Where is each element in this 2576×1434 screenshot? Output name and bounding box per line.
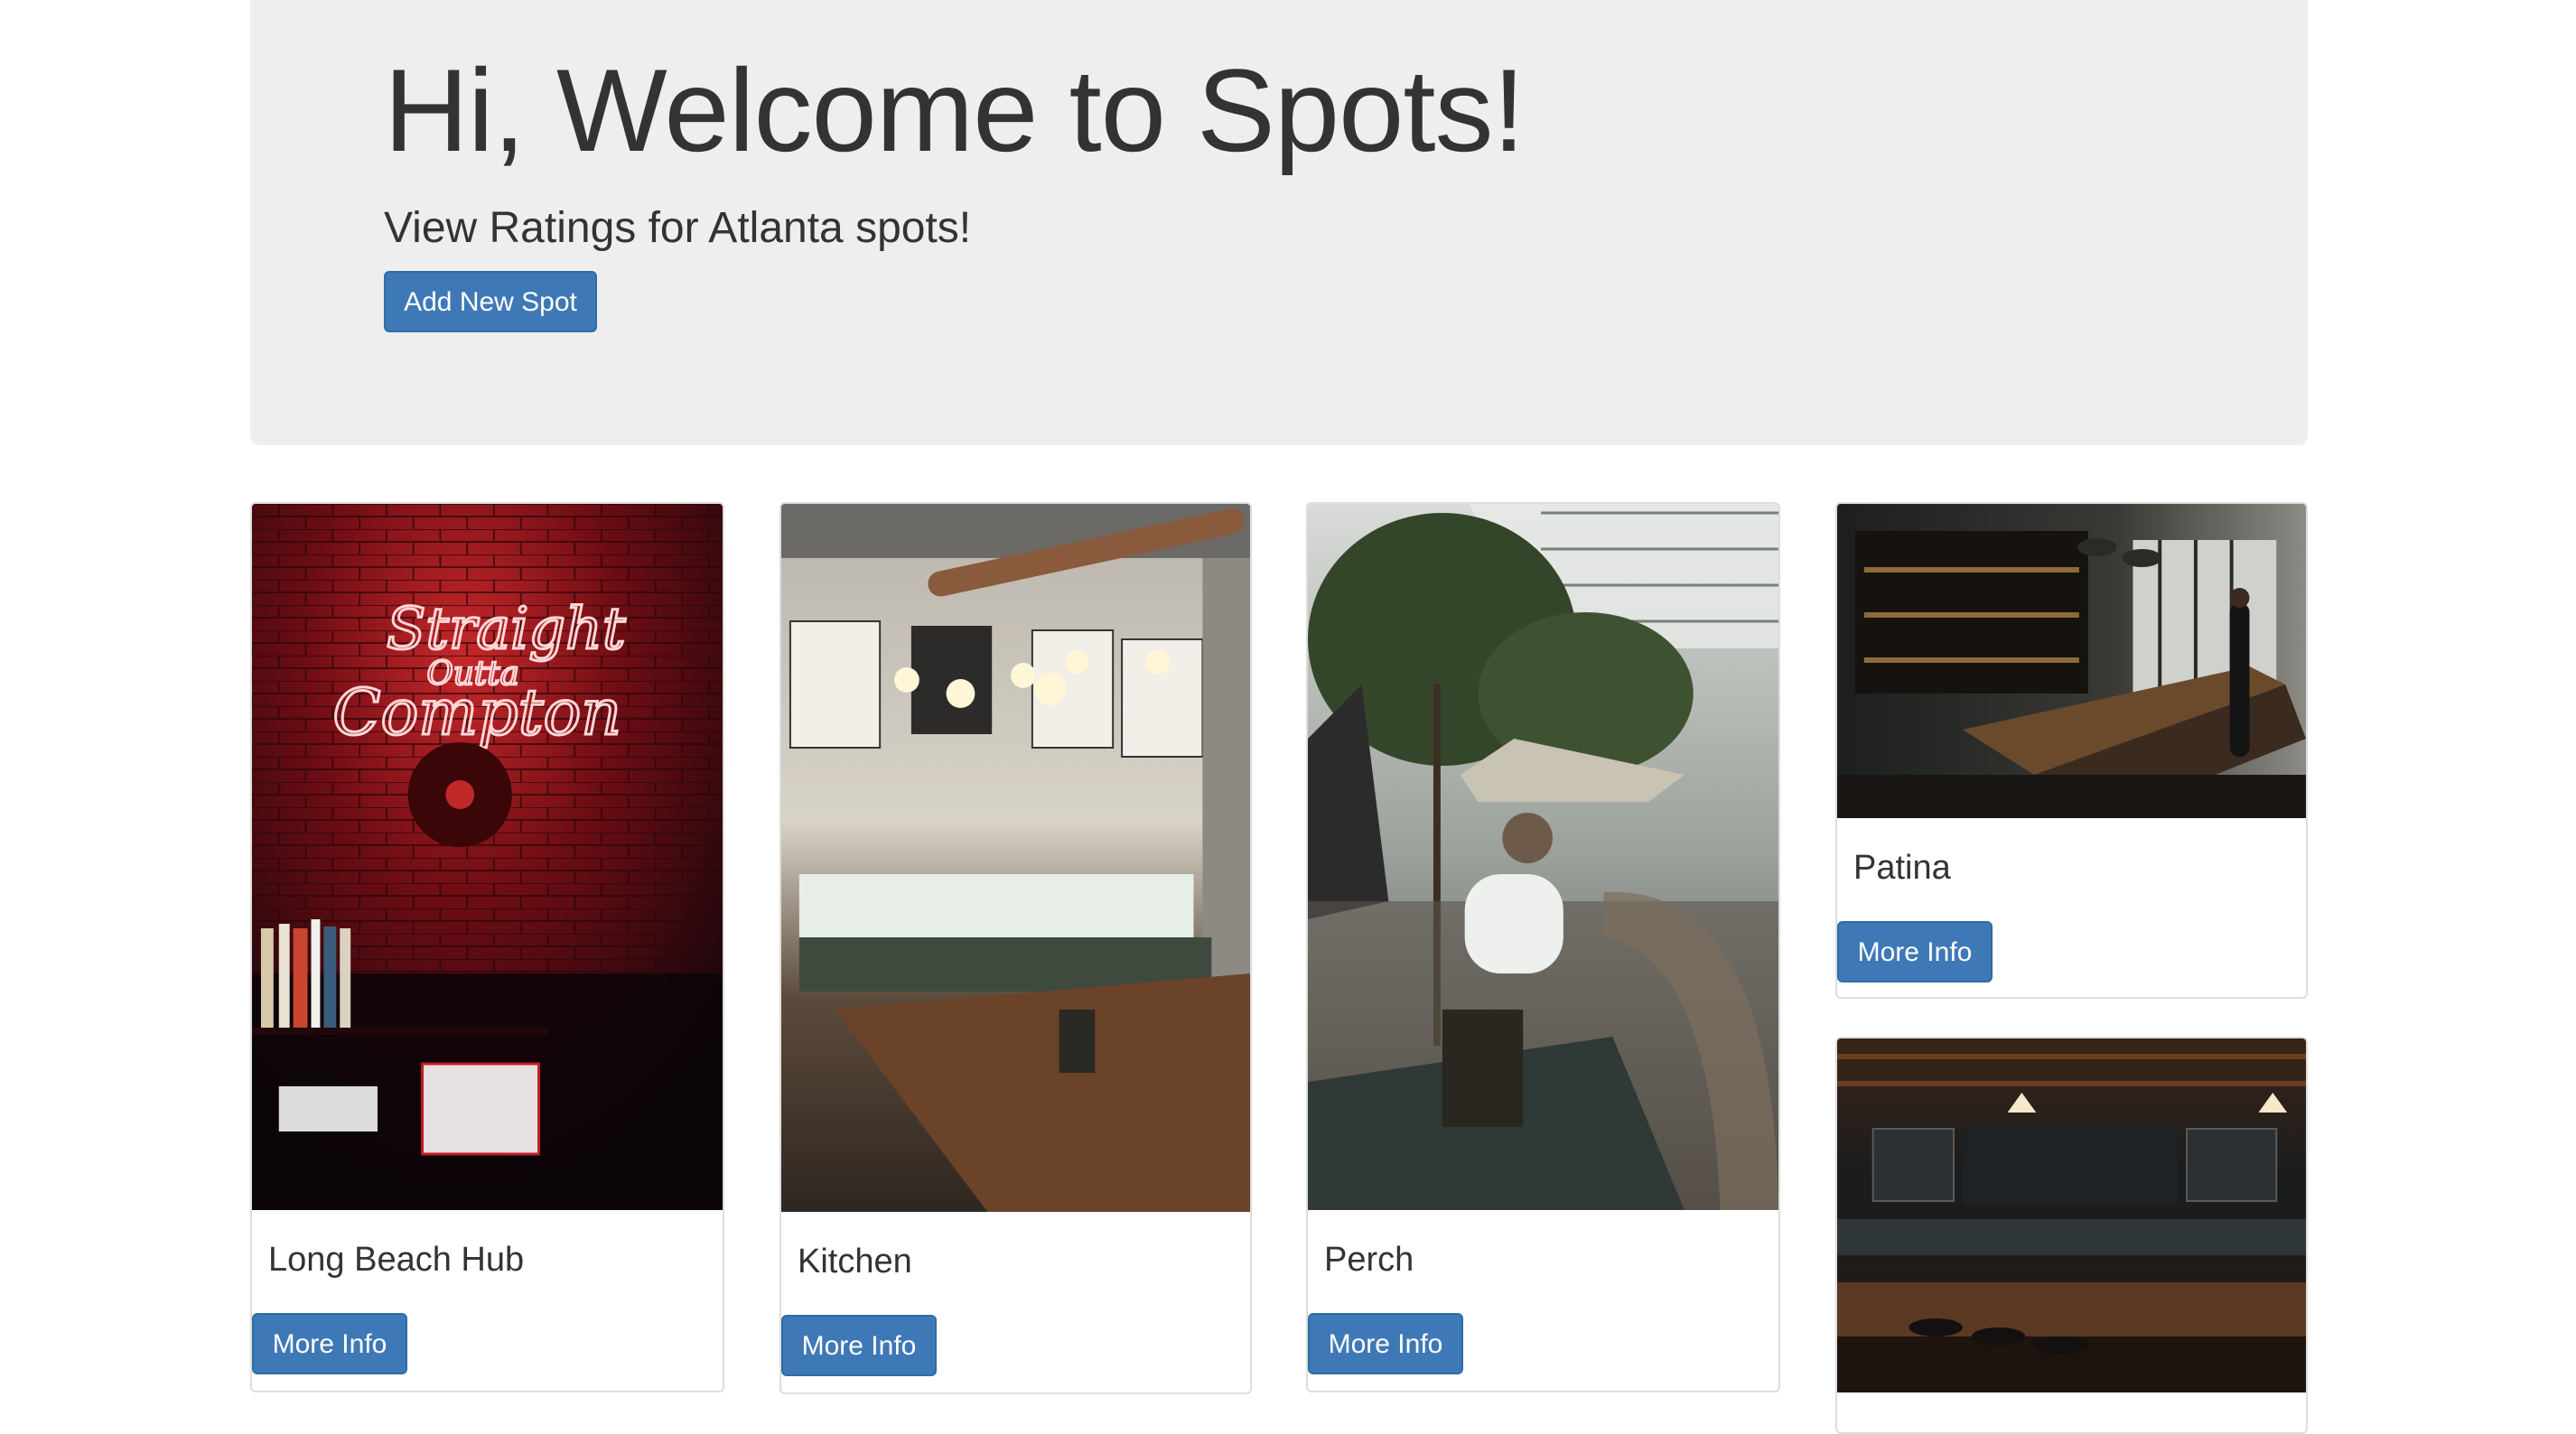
outdoor-patio-photo (1308, 504, 1778, 1210)
more-info-button[interactable]: More Info (781, 1315, 937, 1376)
spot-name: Perch (1324, 1241, 1414, 1279)
jumbotron: Hi, Welcome to Spots! View Ratings for A… (250, 0, 2308, 445)
spot-card: Straight Outta Compton Long Beach Hub Mo… (250, 502, 724, 1392)
spot-photo (1837, 1038, 2306, 1392)
spot-card: Kitchen More Info (779, 502, 1252, 1394)
spot-name: Patina (1853, 849, 1951, 887)
spot-photo: Straight Outta Compton (252, 504, 723, 1210)
spot-name: Long Beach Hub (268, 1241, 525, 1279)
neon-text-line-1: Straight (387, 596, 626, 663)
bar-interior-photo (1837, 504, 2306, 818)
cafe-interior-photo (781, 504, 1250, 1212)
page-title: Hi, Welcome to Spots! (384, 44, 1526, 176)
page-subtitle: View Ratings for Atlanta spots! (384, 204, 972, 252)
more-info-button[interactable]: More Info (1837, 921, 1993, 982)
spot-photo (781, 504, 1250, 1212)
spot-photo (1837, 504, 2306, 818)
spot-card: Patina More Info (1835, 502, 2308, 999)
spot-card: Perch More Info (1306, 502, 1780, 1392)
spot-photo (1308, 504, 1778, 1210)
neon-text-line-3: Compton (332, 676, 621, 750)
add-new-spot-button[interactable]: Add New Spot (384, 271, 597, 332)
neon-sign-brick-wall-photo: Straight Outta Compton (252, 504, 723, 1210)
spot-card (1835, 1037, 2308, 1434)
more-info-button[interactable]: More Info (252, 1313, 407, 1374)
pub-bar-photo (1837, 1038, 2306, 1392)
more-info-button[interactable]: More Info (1308, 1313, 1463, 1374)
spot-name: Kitchen (798, 1243, 912, 1280)
